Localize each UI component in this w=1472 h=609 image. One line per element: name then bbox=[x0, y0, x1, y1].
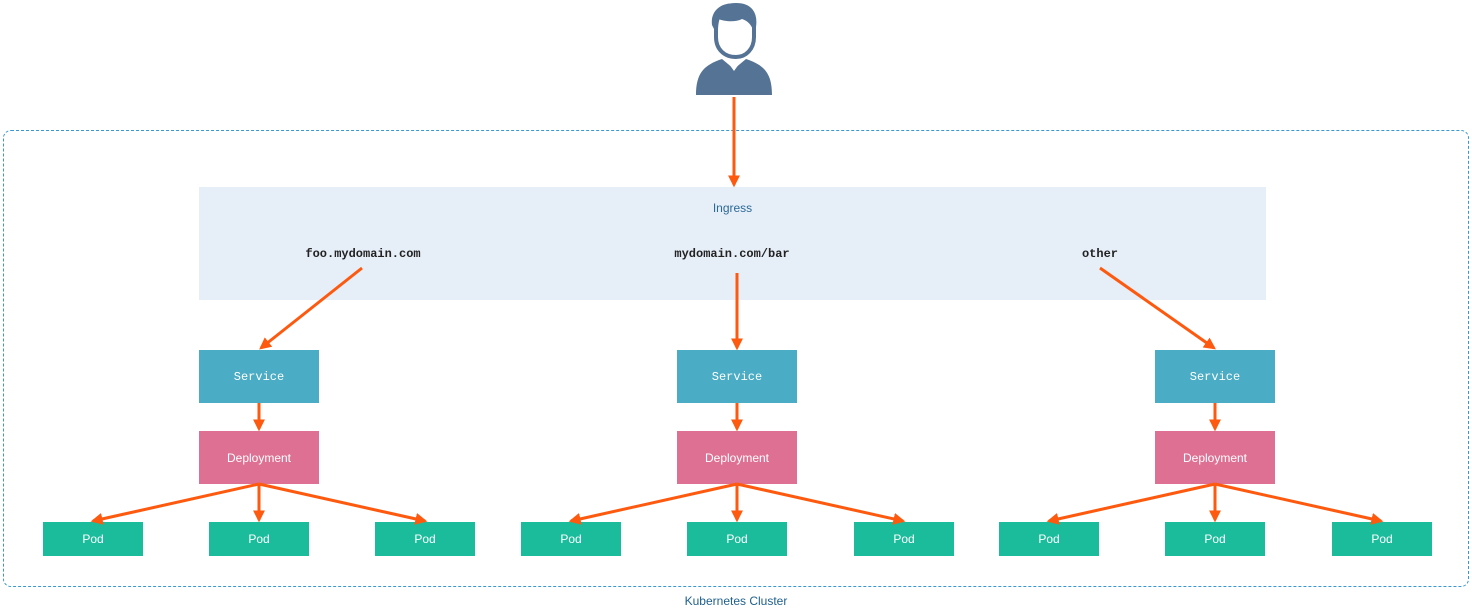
arrow-deployment-to-pod bbox=[258, 482, 428, 525]
arrow-deployment-to-pod bbox=[1214, 482, 1384, 525]
arrow-deployment-to-pod bbox=[90, 482, 260, 525]
arrow-deployment-to-pod bbox=[736, 482, 906, 525]
arrow-deployment-to-pod bbox=[1046, 482, 1216, 525]
arrow-deployment-to-pod bbox=[568, 482, 738, 525]
arrows-layer bbox=[90, 97, 1384, 525]
arrow-rule-to-service bbox=[259, 266, 363, 350]
arrow-rule-to-service bbox=[1099, 266, 1216, 350]
